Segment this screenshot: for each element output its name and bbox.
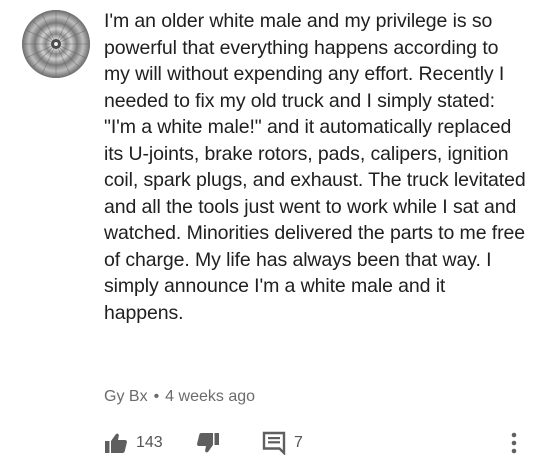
thumbs-up-icon [105, 433, 127, 453]
more-options-button[interactable] [508, 431, 520, 455]
comment-actions: 143 7 [104, 428, 529, 458]
meta-separator: • [153, 388, 160, 405]
avatar-image [22, 10, 90, 78]
comment: I'm an older white male and my privilege… [0, 0, 539, 470]
dislike-button[interactable] [196, 428, 220, 458]
author-name[interactable]: Gy Bx [104, 388, 148, 405]
comment-time[interactable]: 4 weeks ago [165, 388, 255, 405]
reply-button[interactable]: 7 [262, 428, 303, 458]
like-count: 143 [136, 434, 163, 451]
comment-meta: Gy Bx • 4 weeks ago [104, 388, 255, 406]
comment-icon [262, 431, 286, 455]
more-vertical-icon [511, 432, 517, 454]
comment-text: I'm an older white male and my privilege… [104, 10, 526, 324]
avatar[interactable] [22, 10, 90, 78]
reply-count: 7 [294, 434, 303, 451]
like-button[interactable]: 143 [104, 428, 163, 458]
thumbs-down-icon [197, 433, 219, 453]
